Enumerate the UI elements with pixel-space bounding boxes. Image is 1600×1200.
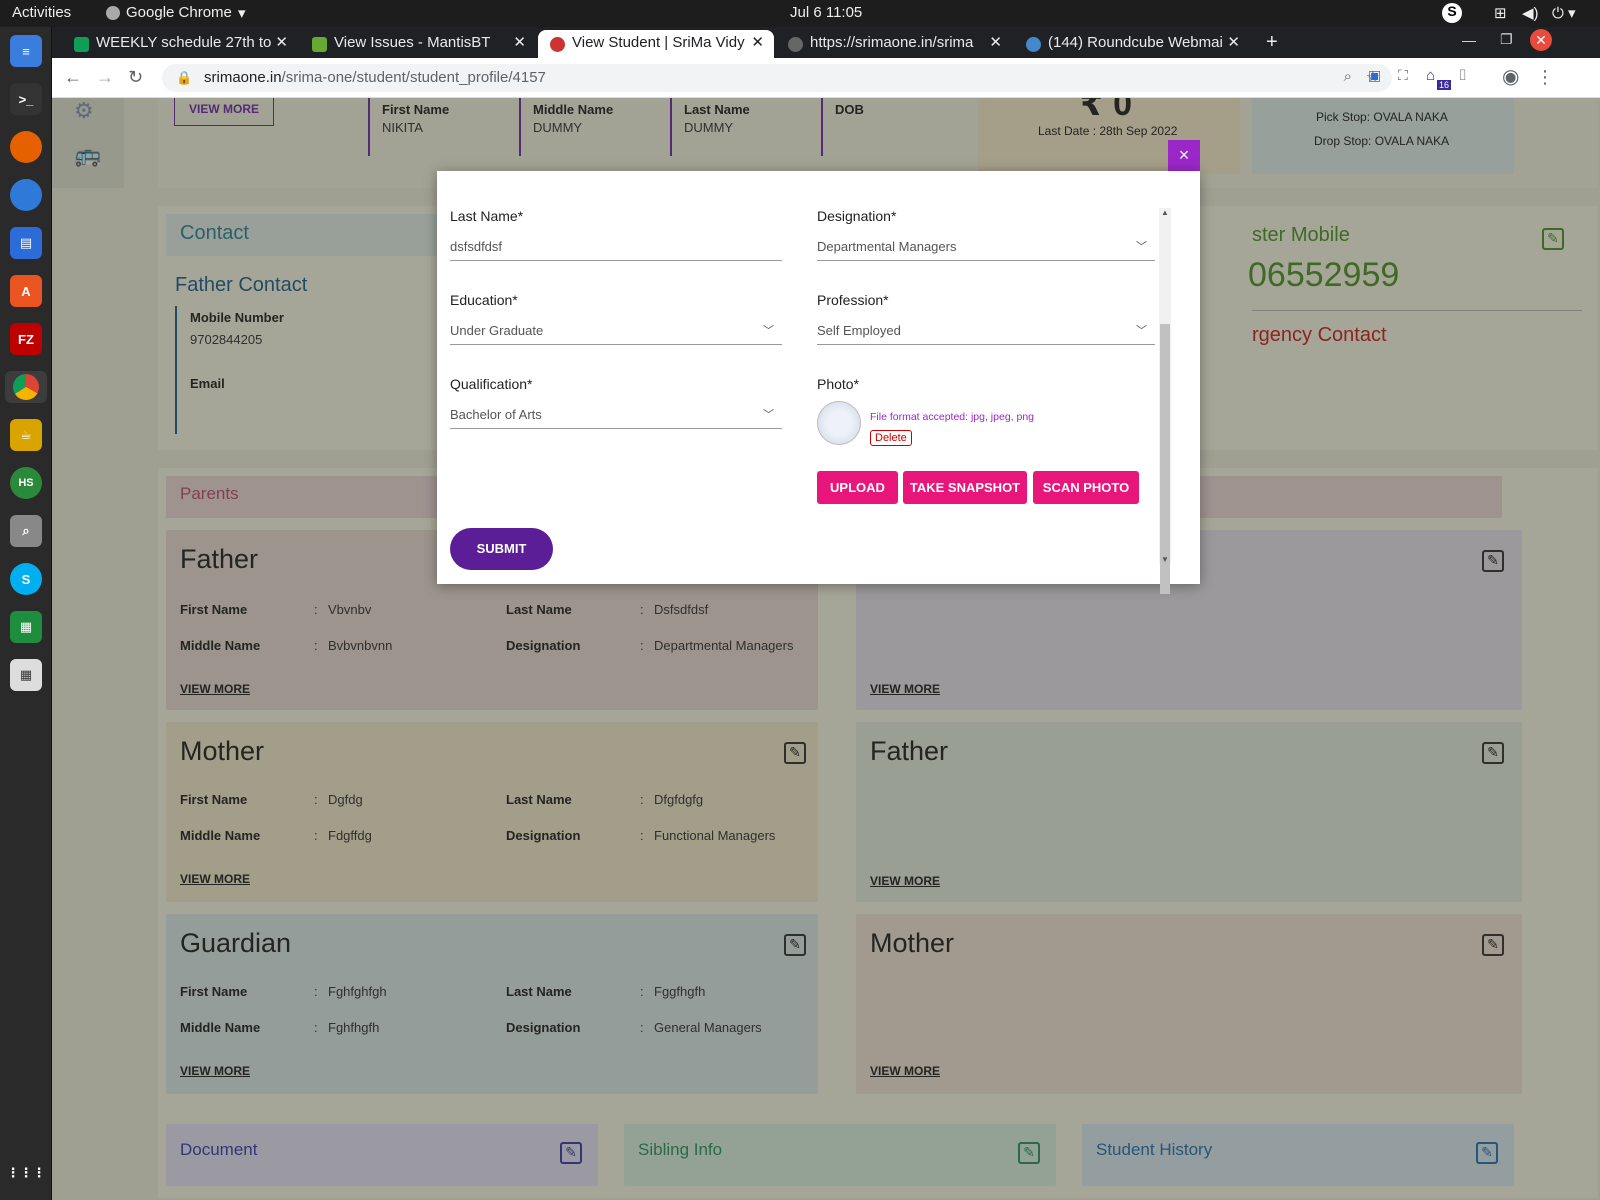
take-snapshot-button[interactable]: TAKE SNAPSHOT xyxy=(903,471,1027,504)
volume-icon[interactable]: ◀) xyxy=(1522,4,1539,22)
qualification-value: Bachelor of Arts xyxy=(450,407,542,422)
app-menu[interactable]: Google Chrome xyxy=(126,4,232,21)
notes-icon[interactable]: ≡ xyxy=(10,35,42,67)
photo-label: Photo* xyxy=(817,376,860,392)
scan-photo-button[interactable]: SCAN PHOTO xyxy=(1033,471,1139,504)
url-path: /srima-one/student/student_profile/4157 xyxy=(281,69,546,86)
last-name-label: Last Name* xyxy=(450,208,524,224)
teapot-icon[interactable]: ☕ xyxy=(10,419,42,451)
delete-photo-button[interactable]: Delete xyxy=(870,430,912,446)
power-icon[interactable]: ⏻ ▾ xyxy=(1552,4,1576,22)
restore-icon[interactable]: ❐ xyxy=(1500,31,1513,48)
scrollbar-thumb[interactable] xyxy=(1160,324,1170,594)
chevron-down-icon: ▾ xyxy=(238,5,246,22)
extension-school-icon[interactable]: ⌂ xyxy=(1426,67,1435,84)
profession-select[interactable]: Self Employed ﹀ xyxy=(817,319,1155,345)
terminal-icon[interactable]: >_ xyxy=(10,83,42,115)
reload-icon[interactable]: ↻ xyxy=(128,67,143,88)
designation-value: Departmental Managers xyxy=(817,239,957,254)
upload-button[interactable]: UPLOAD xyxy=(817,471,898,504)
clock[interactable]: Jul 6 11:05 xyxy=(790,4,862,21)
sheets-icon xyxy=(74,37,89,52)
chevron-down-icon: ﹀ xyxy=(1136,325,1147,337)
close-tab-icon[interactable]: ✕ xyxy=(513,33,526,51)
tab-mantis[interactable]: View Issues - MantisBT ✕ xyxy=(300,30,536,58)
minimize-icon[interactable]: — xyxy=(1462,32,1476,48)
menu-kebab-icon[interactable]: ⋮ xyxy=(1536,67,1554,88)
close-tab-icon[interactable]: ✕ xyxy=(275,33,288,51)
designation-label: Designation* xyxy=(817,208,897,224)
close-tab-icon[interactable]: ✕ xyxy=(1227,33,1240,51)
zoom-icon[interactable]: ⌕ xyxy=(1344,68,1352,85)
tab-strip: WEEKLY schedule 27th to ✕ View Issues - M… xyxy=(52,27,1600,58)
last-name-input[interactable]: dsfsdfdsf xyxy=(450,235,782,261)
software-center-icon[interactable]: A xyxy=(10,275,42,307)
tab-weekly-schedule[interactable]: WEEKLY schedule 27th to ✕ xyxy=(62,30,298,58)
education-value: Under Graduate xyxy=(450,323,544,338)
camera-icon[interactable]: ⌷ xyxy=(1458,67,1467,84)
search-app-icon[interactable]: ⌕ xyxy=(10,515,42,547)
qualification-label: Qualification* xyxy=(450,376,533,392)
url-domain: srimaone.in xyxy=(204,69,282,86)
lock-icon: 🔒 xyxy=(176,70,193,85)
chevron-down-icon: ﹀ xyxy=(1136,241,1147,253)
submit-button[interactable]: SUBMIT xyxy=(450,528,553,570)
forward-icon[interactable]: → xyxy=(96,67,114,88)
extension-capture-icon[interactable]: ⛶ xyxy=(1398,67,1408,84)
extension-badge: 16 xyxy=(1437,80,1452,90)
designation-select[interactable]: Departmental Managers ﹀ xyxy=(817,235,1155,261)
tab-view-student[interactable]: View Student | SriMa Vidy ✕ xyxy=(538,30,774,58)
browser-toolbar: ← → ↻ 🔒 srimaone.in/srima-one/student/st… xyxy=(52,58,1600,98)
network-icon[interactable]: ⊞ xyxy=(1494,4,1507,22)
roundcube-icon xyxy=(1026,37,1041,52)
chrome-dock-icon[interactable] xyxy=(5,371,47,403)
skype-icon[interactable]: S xyxy=(10,563,42,595)
globe-icon xyxy=(788,37,803,52)
qualification-select[interactable]: Bachelor of Arts ﹀ xyxy=(450,403,782,429)
back-icon[interactable]: ← xyxy=(64,67,82,88)
activities-button[interactable]: Activities xyxy=(12,4,71,21)
last-name-value: dsfsdfdsf xyxy=(450,239,503,254)
profession-value: Self Employed xyxy=(817,323,901,338)
tab-roundcube[interactable]: (144) Roundcube Webmai ✕ xyxy=(1014,30,1250,58)
dock: ≡ >_ ▤ A FZ ☕ HS ⌕ S ▦ ▦ ⋮⋮⋮ xyxy=(0,27,52,1200)
tab-srimaone-url[interactable]: https://srimaone.in/srima ✕ xyxy=(776,30,1012,58)
education-label: Education* xyxy=(450,292,518,308)
os-top-bar: Activities Google Chrome ▾ Jul 6 11:05 S… xyxy=(0,0,1600,27)
new-tab-button[interactable]: + xyxy=(1258,27,1288,55)
modal-scrollbar[interactable]: ▲ ▼ xyxy=(1159,208,1171,594)
srima-icon xyxy=(550,37,565,52)
close-modal-button[interactable]: × xyxy=(1168,140,1200,172)
chrome-icon xyxy=(106,6,120,20)
writer-icon[interactable]: ▤ xyxy=(10,227,42,259)
photo-thumbnail[interactable] xyxy=(817,401,861,445)
parent-edit-modal: Last Name* dsfsdfdsf Designation* Depart… xyxy=(437,171,1200,594)
file-format-note: File format accepted: jpg, jpeg, png xyxy=(870,411,1035,423)
thunderbird-icon[interactable] xyxy=(10,179,42,211)
mantis-icon xyxy=(312,37,327,52)
extension-cast-icon[interactable]: ▣ xyxy=(1368,67,1381,84)
close-tab-icon[interactable]: ✕ xyxy=(751,33,764,51)
app-grid-icon[interactable]: ⋮⋮⋮ xyxy=(7,1157,46,1189)
calc-sheet-icon[interactable]: ▦ xyxy=(10,611,42,643)
hs-icon[interactable]: HS xyxy=(10,467,42,499)
close-window-icon[interactable]: ✕ xyxy=(1530,29,1552,51)
profile-icon[interactable]: ◉ xyxy=(1502,64,1519,89)
calculator-icon[interactable]: ▦ xyxy=(10,659,42,691)
education-select[interactable]: Under Graduate ﹀ xyxy=(450,319,782,345)
chevron-down-icon: ﹀ xyxy=(763,325,774,337)
skype-tray-icon[interactable]: S xyxy=(1442,3,1462,23)
address-bar[interactable]: 🔒 srimaone.in/srima-one/student/student_… xyxy=(162,64,1392,92)
profession-label: Profession* xyxy=(817,292,889,308)
firefox-icon[interactable] xyxy=(10,131,42,163)
close-tab-icon[interactable]: ✕ xyxy=(989,33,1002,51)
chevron-down-icon: ﹀ xyxy=(763,409,774,421)
filezilla-icon[interactable]: FZ xyxy=(10,323,42,355)
